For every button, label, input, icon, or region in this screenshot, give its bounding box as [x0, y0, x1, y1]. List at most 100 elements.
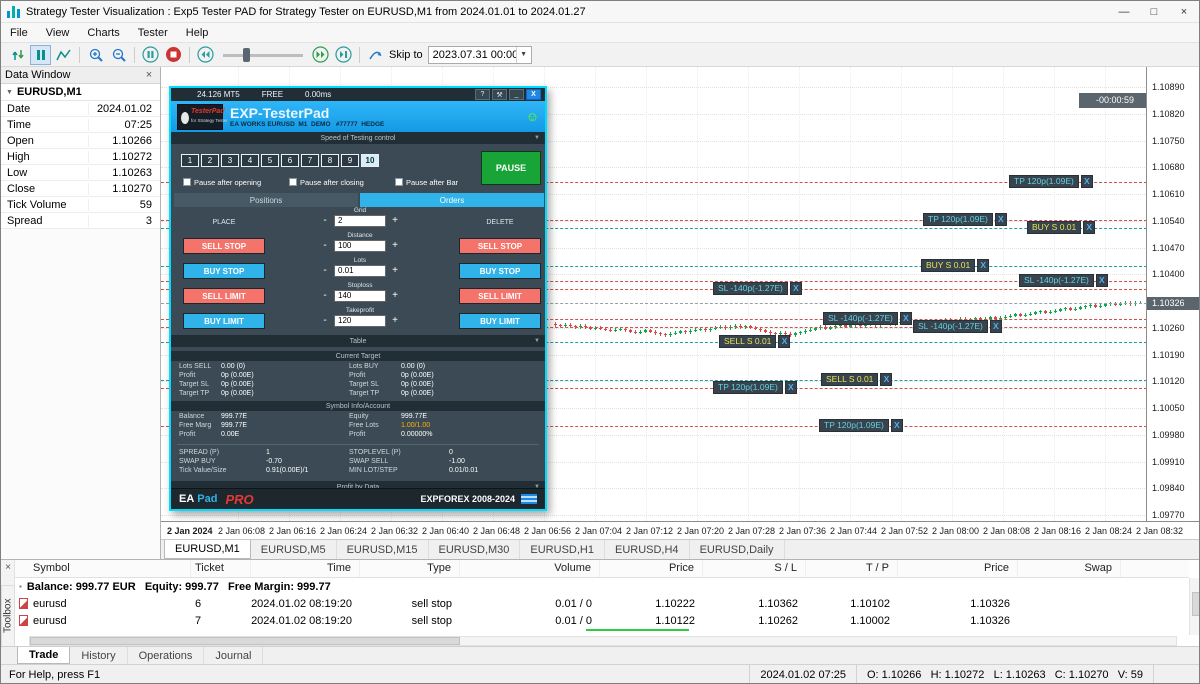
checkbox-pause-after-opening[interactable]: Pause after opening — [183, 177, 261, 187]
chart-tab-eurusd-m1[interactable]: EURUSD,M1 — [164, 540, 251, 559]
close-line-icon[interactable]: X — [990, 320, 1002, 333]
minus-button[interactable]: - — [321, 315, 329, 327]
chart-tab-eurusd-h4[interactable]: EURUSD,H4 — [605, 540, 690, 559]
close-line-icon[interactable]: X — [778, 335, 790, 348]
data-window-close-icon[interactable]: × — [142, 69, 156, 81]
speed-slider[interactable] — [221, 45, 305, 65]
speed-button-8[interactable]: 8 — [321, 154, 339, 167]
stop-icon[interactable] — [163, 45, 184, 65]
speed-button-10[interactable]: 10 — [361, 154, 379, 167]
speed-button-1[interactable]: 1 — [181, 154, 199, 167]
speed-button-6[interactable]: 6 — [281, 154, 299, 167]
menu-file[interactable]: File — [1, 23, 37, 42]
ea-minimize-button[interactable]: _ — [509, 89, 524, 100]
column-header-swap[interactable]: Swap — [1018, 560, 1121, 577]
place-buy-limit-button[interactable]: BUY LIMIT — [183, 313, 265, 329]
menu-charts[interactable]: Charts — [78, 23, 128, 42]
column-header-symbol[interactable]: Symbol — [15, 560, 191, 577]
close-line-icon[interactable]: X — [1096, 274, 1108, 287]
close-line-icon[interactable]: X — [995, 213, 1007, 226]
section-speed-control[interactable]: Speed of Testing control ▼ — [171, 132, 545, 144]
delete-buy-stop-button[interactable]: BUY STOP — [459, 263, 541, 279]
skip-to-datetime-input[interactable]: 2023.07.31 00:00 ▼ — [428, 46, 532, 64]
close-line-icon[interactable]: X — [1083, 221, 1095, 234]
menu-view[interactable]: View — [37, 23, 79, 42]
tick-chart-icon[interactable] — [53, 45, 74, 65]
close-line-icon[interactable]: X — [891, 419, 903, 432]
zoom-in-icon[interactable] — [85, 45, 106, 65]
zoom-out-icon[interactable] — [108, 45, 129, 65]
tp-label[interactable]: TP 120p(1.09E)X — [1009, 175, 1093, 188]
toolbox-side-tab[interactable]: Toolbox — [1, 585, 15, 647]
toolbox-tab-journal[interactable]: Journal — [204, 647, 263, 664]
plus-button[interactable]: + — [391, 240, 399, 252]
speed-button-5[interactable]: 5 — [261, 154, 279, 167]
column-header-price2[interactable]: Price — [898, 560, 1018, 577]
data-window-symbol[interactable]: ▼ EURUSD,M1 — [1, 84, 160, 101]
delete-sell-limit-button[interactable]: SELL LIMIT — [459, 288, 541, 304]
sl-label[interactable]: SL -140p(-1.27E)X — [1019, 274, 1108, 287]
stepper-value-input[interactable]: 140 — [334, 290, 386, 302]
close-button[interactable]: × — [1169, 1, 1199, 22]
column-header-price[interactable]: Price — [600, 560, 703, 577]
scrollbar-thumb[interactable] — [1192, 592, 1200, 616]
delete-buy-limit-button[interactable]: BUY LIMIT — [459, 313, 541, 329]
section-table[interactable]: Table ▼ — [171, 335, 545, 347]
minus-button[interactable]: - — [321, 215, 329, 227]
ea-close-button[interactable]: X — [526, 89, 541, 100]
minimize-button[interactable]: — — [1109, 1, 1139, 22]
place-buy-stop-button[interactable]: BUY STOP — [183, 263, 265, 279]
vertical-scrollbar[interactable] — [1189, 578, 1200, 635]
calendar-dropdown-icon[interactable]: ▼ — [516, 47, 531, 63]
speed-button-7[interactable]: 7 — [301, 154, 319, 167]
buy-label[interactable]: BUY S 0.01X — [921, 259, 989, 272]
close-line-icon[interactable]: X — [1081, 175, 1093, 188]
toolbox-tab-history[interactable]: History — [70, 647, 127, 664]
tp-label[interactable]: TP 120p(1.09E)X — [819, 419, 903, 432]
menu-tester[interactable]: Tester — [129, 23, 177, 42]
menu-help[interactable]: Help — [177, 23, 218, 42]
stepper-value-input[interactable]: 0.01 — [334, 265, 386, 277]
price-axis[interactable]: 1.108901.108201.107501.106801.106101.105… — [1147, 67, 1200, 521]
plus-button[interactable]: + — [391, 265, 399, 277]
place-sell-stop-button[interactable]: SELL STOP — [183, 238, 265, 254]
trade-levels-icon[interactable] — [7, 45, 28, 65]
collapse-arrow-icon[interactable]: ▼ — [534, 338, 540, 344]
rewind-icon[interactable] — [195, 45, 216, 65]
speed-button-9[interactable]: 9 — [341, 154, 359, 167]
minus-button[interactable]: - — [321, 265, 329, 277]
pause-visualization-icon[interactable] — [30, 45, 51, 65]
speed-button-3[interactable]: 3 — [221, 154, 239, 167]
time-axis[interactable]: 2 Jan 20242 Jan 06:082 Jan 06:162 Jan 06… — [161, 521, 1200, 539]
column-header-ticket[interactable]: Ticket — [191, 560, 251, 577]
toolbox-tab-operations[interactable]: Operations — [128, 647, 205, 664]
sl-label[interactable]: SL -140p(-1.27E)X — [713, 282, 802, 295]
column-header-volume[interactable]: Volume — [460, 560, 600, 577]
speed-button-4[interactable]: 4 — [241, 154, 259, 167]
tab-positions[interactable]: Positions — [174, 193, 358, 207]
column-header-sl[interactable]: S / L — [703, 560, 806, 577]
chart-tab-eurusd-daily[interactable]: EURUSD,Daily — [690, 540, 785, 559]
sl-label[interactable]: SL -140p(-1.27E)X — [823, 312, 912, 325]
plus-button[interactable]: + — [391, 215, 399, 227]
tp-label[interactable]: TP 120p(1.09E)X — [923, 213, 1007, 226]
titlebar[interactable]: Strategy Tester Visualization : Exp5 Tes… — [1, 1, 1199, 23]
toolbox-tab-trade[interactable]: Trade — [17, 647, 70, 664]
sl-label[interactable]: SL -140p(-1.27E)X — [913, 320, 1002, 333]
minus-button[interactable]: - — [321, 240, 329, 252]
speed-slider-thumb[interactable] — [243, 48, 250, 62]
stepper-value-input[interactable]: 2 — [334, 215, 386, 227]
plus-button[interactable]: + — [391, 290, 399, 302]
close-line-icon[interactable]: X — [900, 312, 912, 325]
delete-sell-stop-button[interactable]: SELL STOP — [459, 238, 541, 254]
maximize-button[interactable]: □ — [1139, 1, 1169, 22]
checkbox-pause-after-bar[interactable]: Pause after Bar — [395, 177, 458, 187]
close-line-icon[interactable]: X — [790, 282, 802, 295]
pause-button[interactable]: PAUSE — [481, 151, 541, 185]
checkbox-pause-after-closing[interactable]: Pause after closing — [289, 177, 364, 187]
pause-icon[interactable] — [140, 45, 161, 65]
column-header-type[interactable]: Type — [360, 560, 460, 577]
close-line-icon[interactable]: X — [880, 373, 892, 386]
smiley-icon[interactable]: ☺ — [526, 110, 539, 123]
speed-button-2[interactable]: 2 — [201, 154, 219, 167]
